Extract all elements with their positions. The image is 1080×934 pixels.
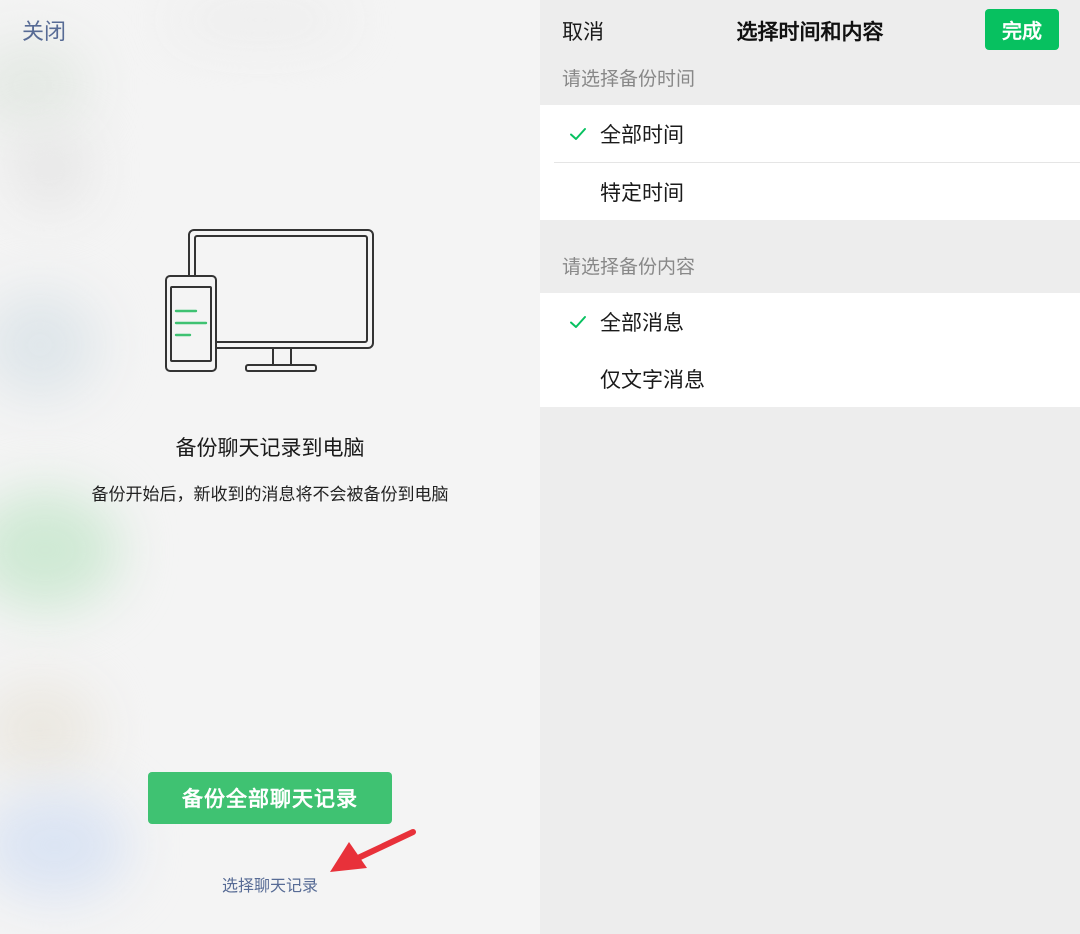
select-chat-records-link[interactable]: 选择聊天记录 [0, 872, 540, 896]
option-label: 仅文字消息 [600, 367, 705, 392]
checkmark-icon [570, 127, 586, 140]
option-label: 特定时间 [600, 180, 684, 205]
backup-subtitle: 备份开始后，新收到的消息将不会被备份到电脑 [91, 485, 449, 505]
time-section-header: 请选择备份时间 [562, 68, 696, 90]
time-options: 全部时间 特定时间 [540, 105, 1080, 220]
backup-all-button[interactable]: 备份全部聊天记录 [148, 772, 392, 824]
option-text-only[interactable]: 仅文字消息 [540, 350, 1080, 407]
computer-phone-sync-icon [165, 229, 374, 372]
option-all-messages[interactable]: 全部消息 [540, 293, 1080, 350]
content-section-header: 请选择备份内容 [562, 256, 696, 278]
checkmark-icon [570, 315, 586, 328]
option-label: 全部时间 [600, 122, 684, 147]
option-label: 全部消息 [600, 310, 684, 335]
close-button[interactable]: 关闭 [22, 14, 66, 46]
option-specific-time[interactable]: 特定时间 [540, 163, 1080, 220]
option-all-time[interactable]: 全部时间 [540, 105, 1080, 162]
done-button[interactable]: 完成 [985, 9, 1059, 50]
red-pointer-arrow-icon [330, 829, 416, 872]
time-content-selector: 取消 选择时间和内容 完成 请选择备份时间 全部时间 特定时间 请选择备份内容 … [540, 0, 1080, 934]
backup-panel: 关闭 备份聊天记录到电脑 备份开始后，新收到的消息将不会被备份到电脑 备份全部聊… [0, 0, 540, 934]
backup-title: 备份聊天记录到电脑 [175, 436, 365, 460]
content-options: 全部消息 仅文字消息 [540, 293, 1080, 407]
